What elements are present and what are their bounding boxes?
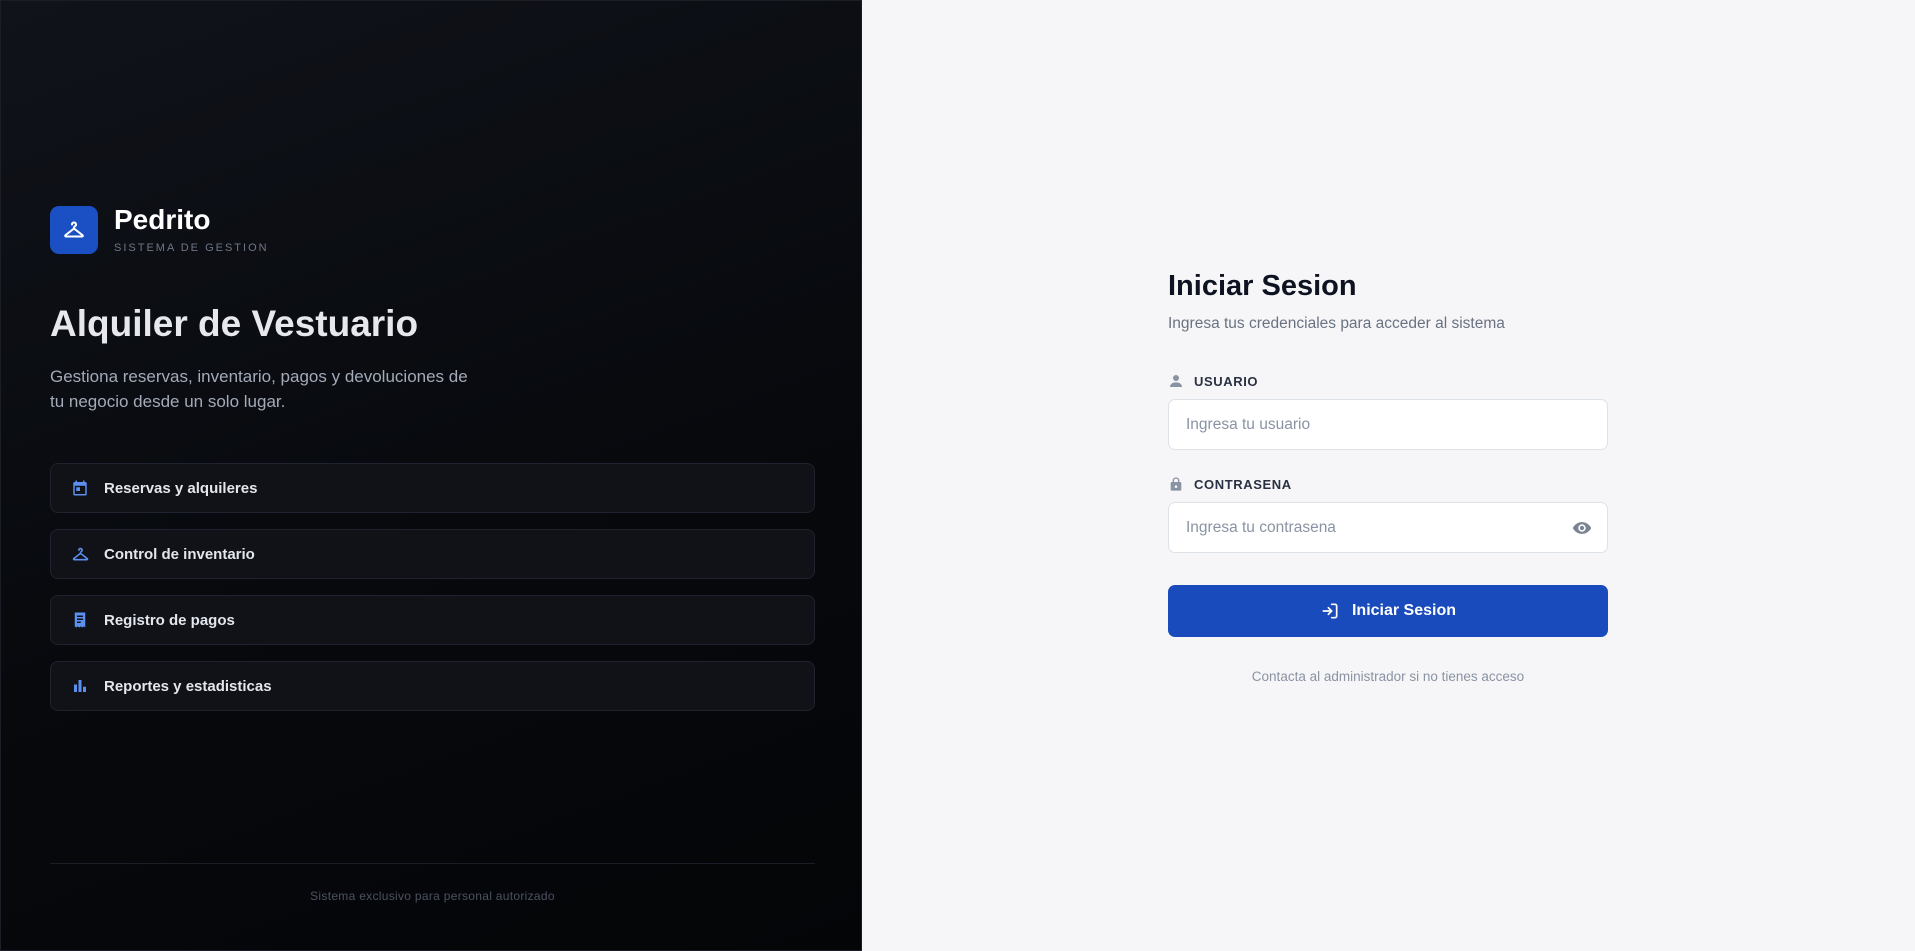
hanger-icon xyxy=(70,544,90,564)
login-form: Iniciar Sesion Ingresa tus credenciales … xyxy=(1168,270,1608,684)
feature-item-reservas: Reservas y alquileres xyxy=(50,463,815,513)
eye-icon[interactable] xyxy=(1572,518,1592,538)
password-label-text: CONTRASENA xyxy=(1194,476,1292,492)
footer-divider xyxy=(50,863,815,864)
feature-item-inventario: Control de inventario xyxy=(50,529,815,579)
feature-label: Reportes y estadisticas xyxy=(104,677,272,695)
username-label: USUARIO xyxy=(1168,373,1608,389)
receipt-icon xyxy=(70,610,90,630)
feature-label: Registro de pagos xyxy=(104,611,235,629)
brand-subtitle: SISTEMA DE GESTION xyxy=(114,242,269,254)
feature-item-reportes: Reportes y estadisticas xyxy=(50,661,815,711)
password-input[interactable] xyxy=(1168,502,1608,553)
login-subtitle: Ingresa tus credenciales para acceder al… xyxy=(1168,315,1505,332)
feature-label: Control de inventario xyxy=(104,545,255,563)
calendar-icon xyxy=(70,478,90,498)
brand-logo xyxy=(50,205,98,254)
user-icon xyxy=(1170,375,1182,387)
login-button-label: Iniciar Sesion xyxy=(1351,602,1457,619)
login-panel: Iniciar Sesion Ingresa tus credenciales … xyxy=(862,0,1915,951)
hanger-icon xyxy=(64,220,84,237)
branding-panel: Pedrito SISTEMA DE GESTION Alquiler de V… xyxy=(0,0,862,951)
feature-item-pagos: Registro de pagos xyxy=(50,595,815,645)
feature-list: Reservas y alquileres Control de inventa… xyxy=(50,463,815,727)
brand: Pedrito SISTEMA DE GESTION xyxy=(50,205,269,254)
footer-text: Sistema exclusivo para personal autoriza… xyxy=(310,889,555,903)
username-input[interactable] xyxy=(1168,399,1608,450)
help-text: Contacta al administrador si no tienes a… xyxy=(1251,669,1525,684)
hero-title: Alquiler de Vestuario xyxy=(50,303,419,344)
password-label: CONTRASENA xyxy=(1168,476,1608,492)
bar-chart-icon xyxy=(70,676,90,696)
lock-icon xyxy=(1170,477,1182,491)
login-title: Iniciar Sesion xyxy=(1168,270,1357,302)
brand-name: Pedrito xyxy=(114,204,211,235)
hero-description: Gestiona reservas, inventario, pagos y d… xyxy=(50,367,468,411)
login-button[interactable]: Iniciar Sesion xyxy=(1168,585,1608,637)
username-label-text: USUARIO xyxy=(1194,373,1259,389)
feature-label: Reservas y alquileres xyxy=(104,479,258,497)
login-icon xyxy=(1320,601,1340,621)
